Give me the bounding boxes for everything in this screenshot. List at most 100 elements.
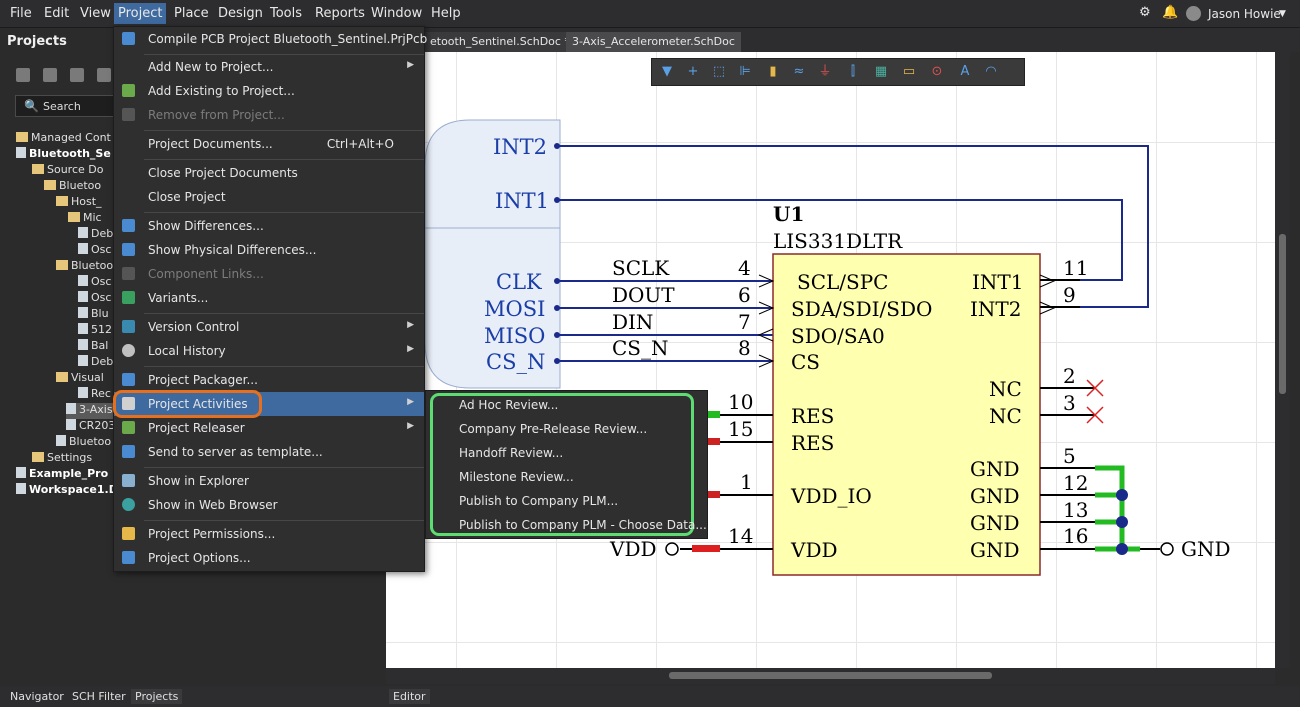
vertical-scrollbar[interactable] (1275, 52, 1290, 668)
menu-window[interactable]: Window (371, 6, 422, 21)
menu-item-close-documents[interactable]: Close Project Documents (114, 161, 424, 185)
tab-bluetooth-sentinel[interactable]: etooth_Sentinel.SchDoc * (424, 32, 576, 52)
tree-item[interactable]: Workspace1.Ds (16, 483, 114, 499)
tree-item[interactable]: Osc (78, 243, 111, 259)
menu-view[interactable]: View (80, 6, 111, 21)
menu-design[interactable]: Design (218, 6, 263, 21)
tree-item[interactable]: Host_ (56, 195, 102, 211)
wire-icon[interactable]: ≈ (790, 63, 808, 81)
submenu-item-handoff-review[interactable]: Handoff Review... (459, 446, 563, 460)
menu-item-project-options[interactable]: Project Options... (114, 546, 424, 570)
menu-item-show-differences[interactable]: Show Differences... (114, 214, 424, 238)
directive-icon[interactable]: ⊙ (928, 63, 946, 81)
menu-item-local-history[interactable]: Local History ▶ (114, 339, 424, 363)
tree-item[interactable]: Source Do (32, 163, 103, 179)
bell-icon[interactable]: 🔔 (1162, 5, 1178, 20)
scroll-thumb[interactable] (1279, 234, 1286, 394)
menu-item-version-control[interactable]: Version Control ▶ (114, 315, 424, 339)
submenu-item-publish-plm-choose[interactable]: Publish to Company PLM - Choose Data... (459, 518, 707, 532)
tree-item[interactable]: Settings (32, 451, 92, 467)
submenu-item-ad-hoc-review[interactable]: Ad Hoc Review... (459, 398, 558, 412)
tab-editor[interactable]: Editor (389, 689, 430, 704)
menu-help[interactable]: Help (431, 6, 461, 21)
tree-item[interactable]: Example_Pro (16, 467, 108, 483)
search-input[interactable]: 🔍 Search (15, 95, 115, 117)
menu-item-project-packager[interactable]: Project Packager... (114, 368, 424, 392)
schematic-icon (66, 403, 76, 414)
menu-file[interactable]: File (10, 6, 32, 21)
tree-item[interactable]: Managed Cont (16, 131, 111, 147)
user-name[interactable]: Jason Howie (1208, 7, 1281, 21)
menu-item-show-physical-differences[interactable]: Show Physical Differences... (114, 238, 424, 262)
pin-number: 9 (1063, 283, 1076, 307)
menu-item-variants[interactable]: Variants... (114, 286, 424, 310)
menu-item-project-permissions[interactable]: Project Permissions... (114, 522, 424, 546)
menu-item-add-existing[interactable]: Add Existing to Project... (114, 79, 424, 103)
tree-item[interactable]: CR203 (66, 419, 114, 435)
web-browser-icon (122, 498, 135, 511)
project-icon (16, 467, 26, 478)
folder-icon (32, 164, 44, 174)
port-icon[interactable]: ▭ (900, 63, 918, 81)
scroll-thumb[interactable] (669, 672, 992, 679)
tree-item[interactable]: Mic (68, 211, 102, 227)
harness-icon[interactable]: ▦ (872, 63, 890, 81)
menu-item-show-web-browser[interactable]: Show in Web Browser (114, 493, 424, 517)
text-icon[interactable]: A (956, 63, 974, 81)
tab-3-axis-accelerometer[interactable]: 3-Axis_Accelerometer.SchDoc (566, 32, 741, 52)
tree-item[interactable]: Deb (78, 227, 113, 243)
menu-item-project-documents[interactable]: Project Documents... Ctrl+Alt+O (114, 132, 424, 156)
menu-item-add-new[interactable]: Add New to Project... ▶ (114, 55, 424, 79)
tree-item[interactable]: Bluetoo (56, 435, 111, 451)
tree-item[interactable]: Rec (78, 387, 111, 403)
folder-open-icon[interactable] (97, 68, 111, 82)
menu-project[interactable]: Project (114, 3, 167, 24)
tab-projects[interactable]: Projects (131, 689, 183, 704)
menu-item-send-template[interactable]: Send to server as template... (114, 440, 424, 464)
submenu-item-pre-release-review[interactable]: Company Pre-Release Review... (459, 422, 647, 436)
tree-item[interactable]: Osc (78, 275, 111, 291)
menu-item-project-releaser[interactable]: Project Releaser ▶ (114, 416, 424, 440)
tree-item[interactable]: Osc (78, 291, 111, 307)
submenu-item-milestone-review[interactable]: Milestone Review... (459, 470, 574, 484)
menu-reports[interactable]: Reports (315, 6, 365, 21)
filter-icon[interactable]: ▼ (658, 63, 676, 81)
save-icon[interactable] (16, 68, 30, 82)
tree-item[interactable]: 512 (78, 323, 112, 339)
align-icon[interactable]: ⊫ (736, 63, 754, 81)
tab-sch-filter[interactable]: SCH Filter (68, 689, 130, 704)
menu-place[interactable]: Place (174, 6, 209, 21)
gear-icon[interactable]: ⚙ (1139, 5, 1151, 20)
component-icon[interactable]: ▮ (764, 63, 782, 81)
tab-navigator[interactable]: Navigator (6, 689, 68, 704)
project-tree: Managed Cont Bluetooth_Se Source Do Blue… (0, 131, 114, 511)
tree-item[interactable]: Deb (78, 355, 113, 371)
avatar[interactable] (1186, 6, 1201, 21)
tree-item[interactable]: Bluetoo (44, 179, 101, 195)
menu-item-close-project[interactable]: Close Project (114, 185, 424, 209)
bus-icon[interactable]: ⫿ (844, 63, 862, 81)
power-icon[interactable]: ⏚ (816, 63, 834, 81)
tree-item[interactable]: Bluetooth_Se (16, 147, 111, 163)
net-marker (692, 545, 720, 552)
tree-item[interactable]: Bluetoo (56, 259, 113, 275)
document-icon (56, 435, 66, 446)
menu-tools[interactable]: Tools (270, 6, 302, 21)
tree-item[interactable]: Visual (56, 371, 104, 387)
horizontal-scrollbar[interactable] (386, 668, 1275, 684)
arc-icon[interactable]: ◠ (982, 63, 1000, 81)
chevron-down-icon[interactable]: ▼ (1279, 9, 1286, 19)
copy-icon[interactable] (43, 68, 57, 82)
menu-edit[interactable]: Edit (44, 6, 69, 21)
menu-item-show-explorer[interactable]: Show in Explorer (114, 469, 424, 493)
tree-item[interactable]: Bal (78, 339, 108, 355)
submenu-item-publish-plm[interactable]: Publish to Company PLM... (459, 494, 618, 508)
tree-item[interactable]: Blu (78, 307, 109, 323)
tree-item-selected[interactable]: 3-Axis (66, 403, 113, 419)
move-icon[interactable]: + (684, 63, 702, 81)
panel-title: Projects (7, 34, 67, 49)
menu-item-compile[interactable]: Compile PCB Project Bluetooth_Sentinel.P… (114, 27, 427, 51)
schematic-editor[interactable]: INT2 INT1 CLK MOSI MISO CS_N SCLK DOUT D… (386, 52, 1275, 668)
folder-icon[interactable] (70, 68, 84, 82)
select-icon[interactable]: ⬚ (710, 63, 728, 81)
